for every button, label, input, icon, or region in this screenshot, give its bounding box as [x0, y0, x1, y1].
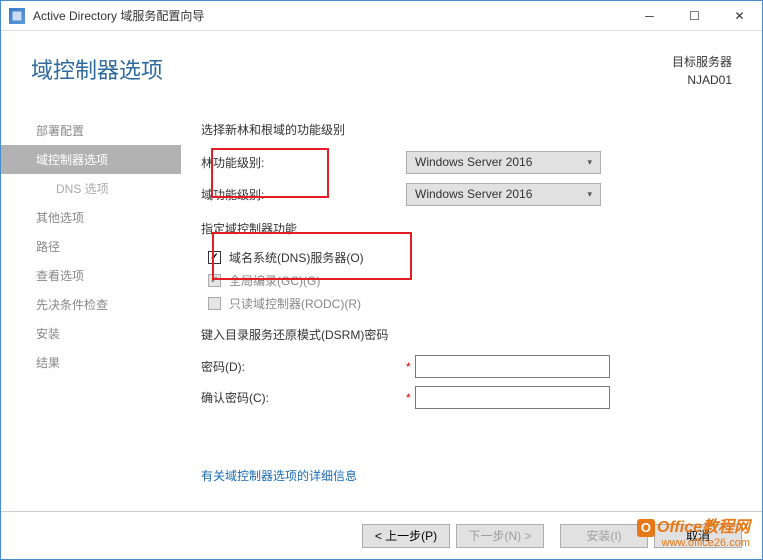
forest-level-label: 林功能级别:: [201, 154, 406, 171]
titlebar: Active Directory 域服务配置向导 ─ ☐ ✕: [1, 1, 762, 31]
page-title: 域控制器选项: [31, 53, 163, 111]
password-input[interactable]: [415, 355, 610, 378]
rodc-checkbox-row: 只读域控制器(RODC)(R): [201, 295, 732, 312]
watermark-icon: O: [637, 519, 655, 537]
password-label: 密码(D):: [201, 358, 406, 375]
nav-other-options[interactable]: 其他选项: [1, 203, 181, 232]
section-dsrm: 键入目录服务还原模式(DSRM)密码: [201, 326, 732, 343]
confirm-password-row: 确认密码(C): *: [201, 386, 732, 409]
app-icon: [9, 8, 25, 24]
body: 部署配置 域控制器选项 DNS 选项 其他选项 路径 查看选项 先决条件检查 安…: [1, 111, 762, 491]
chevron-down-icon: ▾: [587, 157, 592, 168]
watermark-title: Office教程网: [657, 519, 750, 536]
nav-review[interactable]: 查看选项: [1, 261, 181, 290]
next-button[interactable]: 下一步(N) >: [456, 524, 544, 548]
watermark: OOffice教程网 www.office26.com: [637, 513, 750, 549]
nav-results[interactable]: 结果: [1, 348, 181, 377]
target-server: NJAD01: [672, 71, 732, 89]
prev-button[interactable]: < 上一步(P): [362, 524, 450, 548]
install-button: 安装(I): [560, 524, 648, 548]
domain-level-row: 域功能级别: Windows Server 2016 ▾: [201, 182, 732, 206]
more-info-link[interactable]: 有关域控制器选项的详细信息: [201, 467, 357, 484]
domain-level-dropdown[interactable]: Windows Server 2016 ▾: [406, 183, 601, 206]
header: 域控制器选项 目标服务器 NJAD01: [1, 31, 762, 111]
gc-checkbox: [208, 274, 221, 287]
domain-level-label: 域功能级别:: [201, 186, 406, 203]
gc-checkbox-row: 全局编录(GC)(G): [201, 272, 732, 289]
minimize-button[interactable]: ─: [627, 1, 672, 31]
section-dc-capabilities: 指定域控制器功能: [201, 220, 732, 237]
required-asterisk: *: [406, 391, 411, 405]
gc-checkbox-label: 全局编录(GC)(G): [229, 272, 320, 289]
confirm-password-label: 确认密码(C):: [201, 389, 406, 406]
confirm-password-input[interactable]: [415, 386, 610, 409]
nav-prereq[interactable]: 先决条件检查: [1, 290, 181, 319]
nav-paths[interactable]: 路径: [1, 232, 181, 261]
window-title: Active Directory 域服务配置向导: [33, 7, 627, 24]
window-controls: ─ ☐ ✕: [627, 1, 762, 31]
nav-install[interactable]: 安装: [1, 319, 181, 348]
nav-dc-options[interactable]: 域控制器选项: [1, 145, 181, 174]
main-content: 选择新林和根域的功能级别 林功能级别: Windows Server 2016 …: [181, 111, 762, 491]
dns-checkbox[interactable]: [208, 251, 221, 264]
nav-dns-options[interactable]: DNS 选项: [1, 174, 181, 203]
dns-checkbox-row: 域名系统(DNS)服务器(O): [201, 249, 732, 266]
chevron-down-icon: ▾: [587, 189, 592, 200]
sidebar-nav: 部署配置 域控制器选项 DNS 选项 其他选项 路径 查看选项 先决条件检查 安…: [1, 111, 181, 491]
forest-level-row: 林功能级别: Windows Server 2016 ▾: [201, 150, 732, 174]
close-button[interactable]: ✕: [717, 1, 762, 31]
rodc-checkbox: [208, 297, 221, 310]
watermark-url: www.office26.com: [637, 537, 750, 549]
target-label: 目标服务器: [672, 53, 732, 71]
required-asterisk: *: [406, 360, 411, 374]
domain-level-value: Windows Server 2016: [415, 187, 532, 201]
maximize-button[interactable]: ☐: [672, 1, 717, 31]
password-row: 密码(D): *: [201, 355, 732, 378]
target-server-info: 目标服务器 NJAD01: [672, 53, 732, 111]
rodc-checkbox-label: 只读域控制器(RODC)(R): [229, 295, 361, 312]
section-functional-levels: 选择新林和根域的功能级别: [201, 121, 732, 138]
nav-deploy-config[interactable]: 部署配置: [1, 116, 181, 145]
forest-level-value: Windows Server 2016: [415, 155, 532, 169]
forest-level-dropdown[interactable]: Windows Server 2016 ▾: [406, 151, 601, 174]
dns-checkbox-label: 域名系统(DNS)服务器(O): [229, 249, 364, 266]
